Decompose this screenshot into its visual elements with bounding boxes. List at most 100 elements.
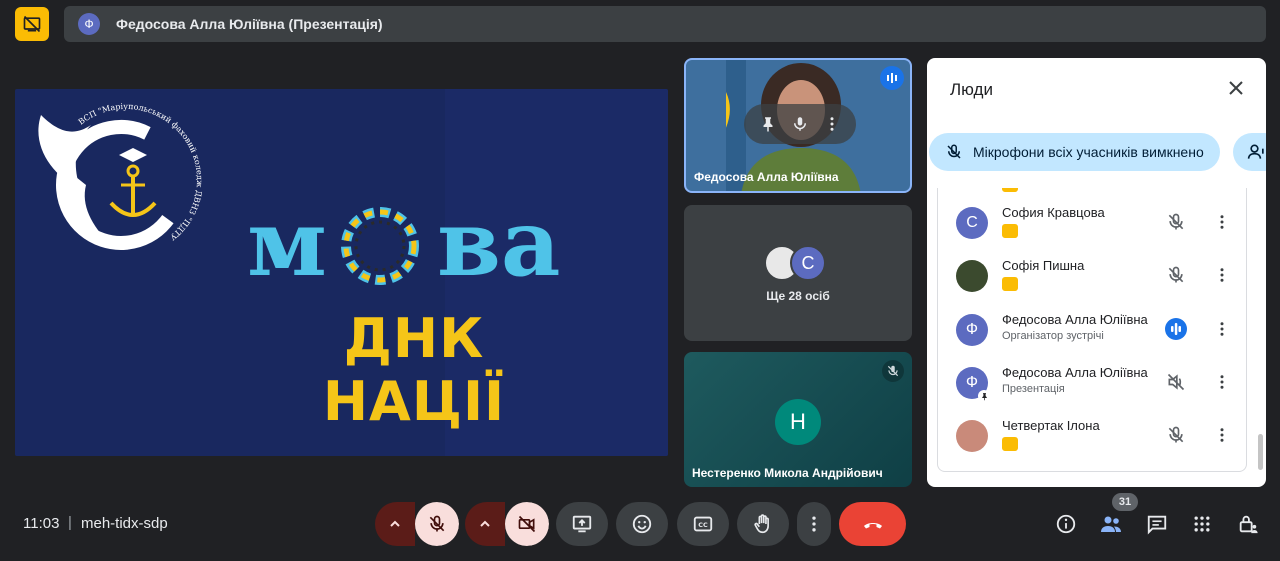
slide-heading: м ва bbox=[247, 193, 577, 293]
college-logo: ВСП "Маріупольський фаховий коледж ДВНЗ … bbox=[21, 95, 204, 250]
captions-icon: CC bbox=[693, 516, 713, 532]
chevron-up-icon bbox=[480, 520, 490, 527]
participant-avatar: С bbox=[956, 207, 988, 239]
presentation-off-icon bbox=[23, 15, 41, 33]
more-vert-icon[interactable] bbox=[1210, 317, 1234, 341]
pin-icon[interactable] bbox=[759, 115, 777, 133]
participant-tile[interactable]: Н Нестеренко Микола Андрійович bbox=[684, 352, 912, 487]
mic-off-icon[interactable] bbox=[1164, 263, 1188, 287]
leave-call-button[interactable] bbox=[839, 502, 906, 546]
more-people-tile[interactable]: C Ще 28 осіб bbox=[684, 205, 912, 341]
presentation-title: Федосова Алла Юліївна (Презентація) bbox=[116, 16, 383, 32]
participant-tag-icon bbox=[1002, 437, 1018, 451]
more-vert-icon[interactable] bbox=[1210, 263, 1234, 287]
participant-avatar: Ф bbox=[956, 314, 988, 346]
present-icon bbox=[572, 515, 592, 533]
meeting-details-button[interactable] bbox=[1054, 512, 1078, 536]
speaking-indicator-icon[interactable] bbox=[1164, 317, 1188, 341]
clock: 11:03 bbox=[23, 515, 60, 532]
heading-part-left: м bbox=[247, 189, 327, 297]
participant-name: София Кравцова bbox=[1002, 205, 1105, 220]
panel-title: Люди bbox=[950, 80, 993, 99]
scrollbar[interactable] bbox=[1258, 434, 1263, 470]
mic-off-icon[interactable] bbox=[1164, 210, 1188, 234]
participant-tag-icon bbox=[1002, 224, 1018, 238]
people-icon bbox=[1101, 516, 1121, 532]
participant-name: Софія Пишна bbox=[1002, 258, 1085, 273]
captions-button[interactable]: CC bbox=[677, 502, 729, 546]
tile-hover-controls bbox=[744, 104, 856, 144]
logo-text: ВСП "Маріупольський фаховий коледж ДВНЗ … bbox=[21, 95, 204, 242]
participant-name: Федосова Алла Юліївна bbox=[1002, 312, 1148, 327]
raise-hand-button[interactable] bbox=[737, 502, 789, 546]
participant-row[interactable]: Четвертак Ілона bbox=[938, 413, 1246, 466]
participant-row[interactable]: Ф Федосова Алла Юліївна Організатор зустрі… bbox=[938, 307, 1246, 360]
speaking-indicator-icon bbox=[880, 66, 904, 90]
more-options-icon[interactable] bbox=[823, 115, 841, 133]
more-vert-icon[interactable] bbox=[1210, 210, 1234, 234]
participant-name: Четвертак Ілона bbox=[1002, 418, 1100, 433]
svg-text:ВСП "Маріупольський фаховий ко: ВСП "Маріупольський фаховий коледж ДВНЗ … bbox=[21, 95, 204, 242]
more-vert-icon[interactable] bbox=[1210, 423, 1234, 447]
heading-part-right: ва bbox=[437, 189, 561, 297]
mic-off-icon bbox=[947, 144, 961, 159]
mic-icon[interactable] bbox=[791, 115, 809, 133]
mute-all-label: Мікрофони всіх учасників вимкнено bbox=[973, 144, 1204, 160]
hand-icon bbox=[754, 514, 769, 534]
info-icon bbox=[1056, 514, 1076, 534]
participant-avatar bbox=[956, 420, 988, 452]
svg-text:CC: CC bbox=[698, 521, 708, 529]
chat-icon bbox=[1147, 515, 1167, 535]
participant-row[interactable]: Софія Пишна bbox=[938, 253, 1246, 306]
call-end-icon bbox=[863, 523, 882, 529]
participant-row[interactable]: Ф Федосова Алла Юліївна Презентація bbox=[938, 360, 1246, 413]
participant-name: Федосова Алла Юліївна bbox=[1002, 365, 1148, 380]
meeting-code: meh-tidx-sdp bbox=[81, 515, 168, 532]
close-icon[interactable] bbox=[1226, 78, 1246, 98]
camera-off-icon bbox=[518, 515, 536, 533]
dna-ring-icon bbox=[341, 207, 419, 285]
separator: | bbox=[68, 514, 72, 531]
participant-avatar: Н bbox=[775, 399, 821, 445]
audio-options-button[interactable] bbox=[375, 502, 415, 546]
reactions-button[interactable] bbox=[616, 502, 668, 546]
participant-avatar: C bbox=[790, 245, 826, 281]
present-screen-button[interactable] bbox=[556, 502, 608, 546]
mute-all-chip[interactable]: Мікрофони всіх учасників вимкнено bbox=[929, 133, 1220, 171]
slide-subtitle: ДНК НАЦІЇ bbox=[322, 307, 506, 433]
participant-tag-icon bbox=[1002, 277, 1018, 291]
sound-off-icon[interactable] bbox=[1164, 370, 1188, 394]
more-people-label: Ще 28 осіб bbox=[766, 289, 830, 303]
participant-list[interactable]: С София Кравцова Софія Пишна Ф Федосова Алла… bbox=[937, 188, 1247, 472]
participant-role: Організатор зустрічі bbox=[1002, 330, 1104, 342]
more-vert-icon bbox=[812, 516, 816, 532]
more-options-button[interactable] bbox=[797, 502, 831, 546]
add-people-button[interactable] bbox=[1233, 133, 1266, 171]
mic-off-icon[interactable] bbox=[1164, 423, 1188, 447]
participant-avatar bbox=[956, 260, 988, 292]
tile-name: Нестеренко Микола Андрійович bbox=[692, 466, 883, 480]
speaker-tile[interactable]: Федосова Алла Юліївна bbox=[684, 58, 912, 193]
activities-button[interactable] bbox=[1190, 512, 1214, 536]
host-controls-button[interactable] bbox=[1236, 512, 1260, 536]
people-count-badge: 31 bbox=[1112, 493, 1138, 511]
camera-control-group bbox=[465, 502, 549, 546]
presenter-avatar: Ф bbox=[78, 13, 100, 35]
mic-toggle-button[interactable] bbox=[415, 502, 459, 546]
more-vert-icon[interactable] bbox=[1210, 370, 1234, 394]
presentation-title-bar: Ф Федосова Алла Юліївна (Презентація) bbox=[64, 6, 1266, 42]
presentation-slide[interactable]: ВСП "Маріупольський фаховий коледж ДВНЗ … bbox=[15, 89, 668, 456]
presentation-off-button[interactable] bbox=[15, 7, 49, 41]
lock-person-icon bbox=[1239, 515, 1258, 534]
emoji-icon bbox=[632, 514, 652, 534]
chat-button[interactable] bbox=[1145, 512, 1169, 536]
participant-row[interactable]: С София Кравцова bbox=[938, 200, 1246, 253]
camera-toggle-button[interactable] bbox=[505, 502, 549, 546]
people-button[interactable] bbox=[1099, 512, 1123, 536]
apps-grid-icon bbox=[1194, 516, 1210, 532]
mic-off-icon bbox=[882, 360, 904, 382]
tile-name: Федосова Алла Юліївна bbox=[694, 170, 839, 184]
add-person-icon bbox=[1247, 144, 1264, 159]
meet-window: Ф Федосова Алла Юліївна (Презентація) ВС… bbox=[0, 0, 1280, 561]
video-options-button[interactable] bbox=[465, 502, 505, 546]
